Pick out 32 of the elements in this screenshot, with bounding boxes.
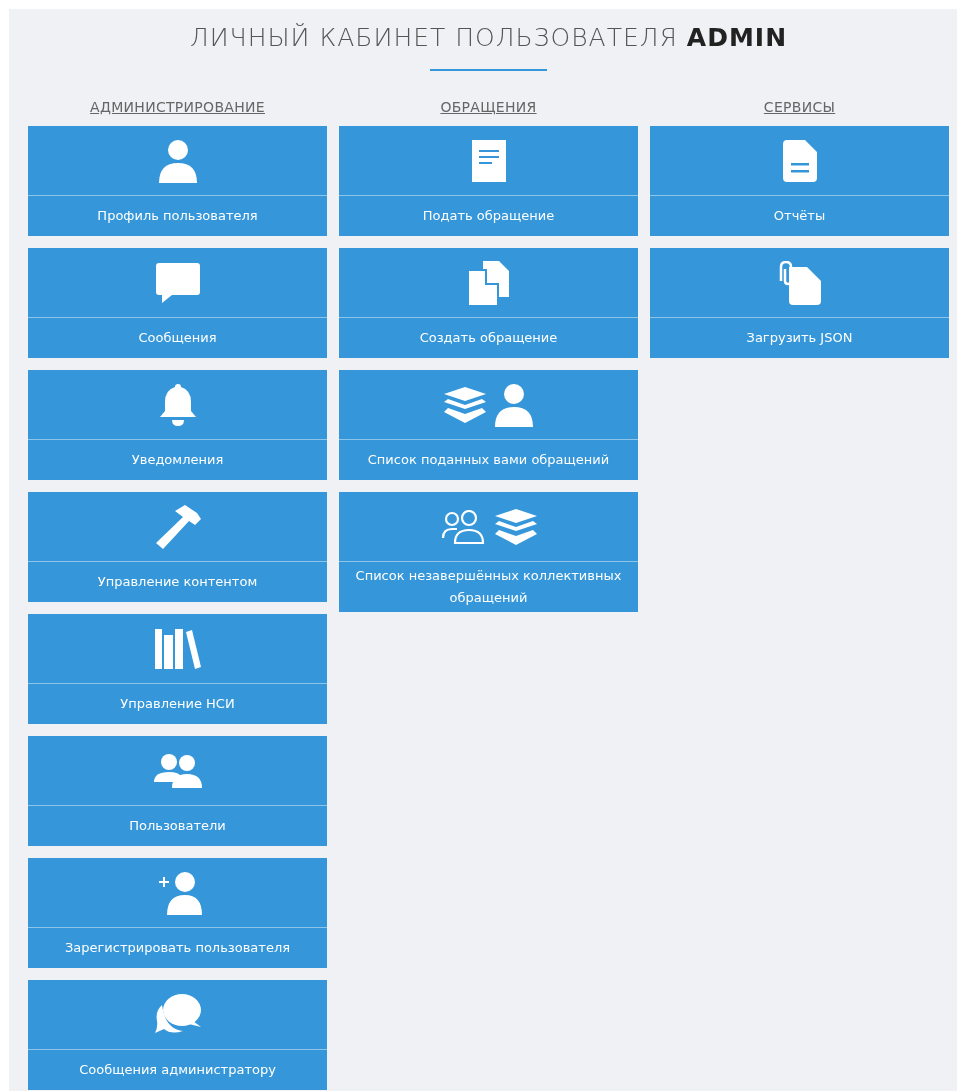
- menu-tile[interactable]: Пользователи: [28, 736, 327, 846]
- users-icon: [153, 753, 202, 788]
- menu-tile[interactable]: Список поданных вами обращений: [339, 370, 638, 480]
- file-icon: [782, 139, 817, 182]
- person-icon: [157, 138, 198, 183]
- users-outline-icon: [440, 509, 487, 544]
- menu-tile[interactable]: Зарегистрировать пользователя: [28, 858, 327, 968]
- speech-bubble-icon: [155, 262, 200, 303]
- section-heading-link[interactable]: ОБРАЩЕНИЯ: [440, 97, 537, 118]
- copy-icon: [468, 260, 509, 305]
- menu-tile[interactable]: Управление НСИ: [28, 614, 327, 724]
- menu-tile[interactable]: Уведомления: [28, 370, 327, 480]
- section-heading-link[interactable]: СЕРВИСЫ: [763, 97, 836, 118]
- section-heading-link[interactable]: АДМИНИСТРИРОВАНИЕ: [90, 97, 265, 118]
- attached-file-icon: [778, 260, 821, 305]
- menu-tile[interactable]: Сообщения: [28, 248, 327, 358]
- menu-tile[interactable]: Список незавершённых коллективных обращений: [339, 492, 638, 613]
- page-title: ЛИЧНЫЙ КАБИНЕТ ПОЛЬЗОВАТЕЛЯ ADMIN: [188, 22, 789, 53]
- menu-tile[interactable]: Загрузить JSON: [650, 248, 949, 358]
- person-icon: [493, 382, 534, 427]
- layers-icon: [443, 386, 486, 423]
- hammer-icon: [154, 504, 201, 549]
- document-icon: [471, 139, 506, 182]
- menu-tile[interactable]: Профиль пользователя: [28, 126, 327, 236]
- menu-tile[interactable]: Отчёты: [650, 126, 949, 236]
- books-icon: [154, 628, 201, 669]
- layers-icon: [494, 508, 537, 545]
- menu-tile[interactable]: Подать обращение: [339, 126, 638, 236]
- menu-tile[interactable]: Управление контентом: [28, 492, 327, 602]
- menu-tile[interactable]: Создать обращение: [339, 248, 638, 358]
- bell-icon: [158, 383, 197, 426]
- menu-tile[interactable]: Сообщения администратору: [28, 980, 327, 1090]
